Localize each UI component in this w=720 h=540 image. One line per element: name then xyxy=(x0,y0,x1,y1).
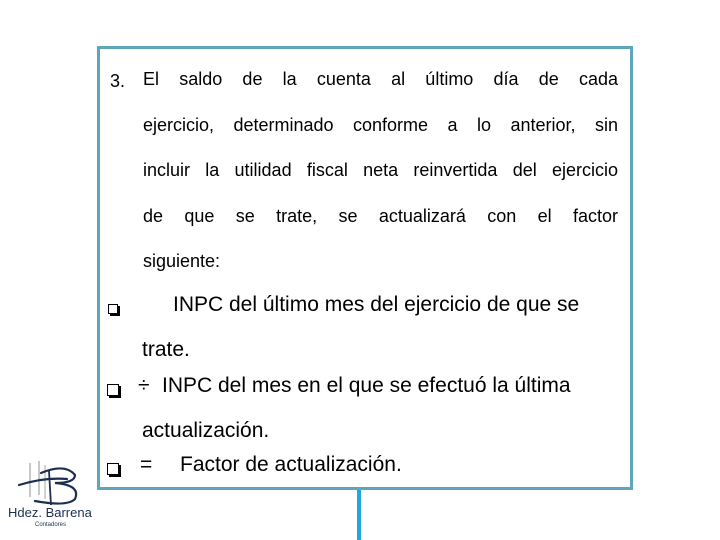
item-line-2: ejercicio, determinado conforme a lo ant… xyxy=(143,115,618,136)
item-line-text: siguiente: xyxy=(143,251,221,271)
item-number: 3. xyxy=(110,71,126,91)
logo-name: Hdez. Barrena xyxy=(8,505,92,520)
content-box: 3. El saldo de la cuenta al último día d… xyxy=(97,46,633,490)
item-line-3: incluir la utilidad fiscal neta reinvert… xyxy=(143,160,618,181)
checkbox-icon xyxy=(108,304,118,314)
checkbox-icon xyxy=(107,384,119,396)
logo-hb-mark-icon xyxy=(17,461,78,506)
item-line-text: ejercicio, determinado conforme a lo ant… xyxy=(143,115,618,135)
checkbox-icon xyxy=(107,463,119,475)
item-line-text: El saldo de la cuenta al último día de c… xyxy=(143,69,618,89)
slide: 3. El saldo de la cuenta al último día d… xyxy=(0,0,720,540)
bullet-2-line-2: actualización. xyxy=(142,419,270,442)
item-line-text: de que se trate, se actualizará con el f… xyxy=(143,206,618,226)
item-line-5: siguiente: xyxy=(143,251,618,272)
item-line-text: incluir la utilidad fiscal neta reinvert… xyxy=(143,160,618,180)
bullet-3-operator: = xyxy=(140,453,153,476)
item-line-4: de que se trate, se actualizará con el f… xyxy=(143,206,618,227)
item-line-1: El saldo de la cuenta al último día de c… xyxy=(143,69,618,90)
connector-line xyxy=(357,490,361,540)
company-logo: Hdez. Barrena Contadores xyxy=(5,455,95,535)
bullet-1-line-2: trate. xyxy=(142,338,190,361)
logo-subtitle: Contadores xyxy=(35,522,67,528)
bullet-1-line-1: INPC del último mes del ejercicio de que… xyxy=(173,293,580,316)
bullet-3-line-1: Factor de actualización. xyxy=(180,453,402,476)
bullet-2-line-1: INPC del mes en el que se efectuó la últ… xyxy=(162,374,571,397)
bullet-2-operator: ÷ xyxy=(138,374,150,397)
